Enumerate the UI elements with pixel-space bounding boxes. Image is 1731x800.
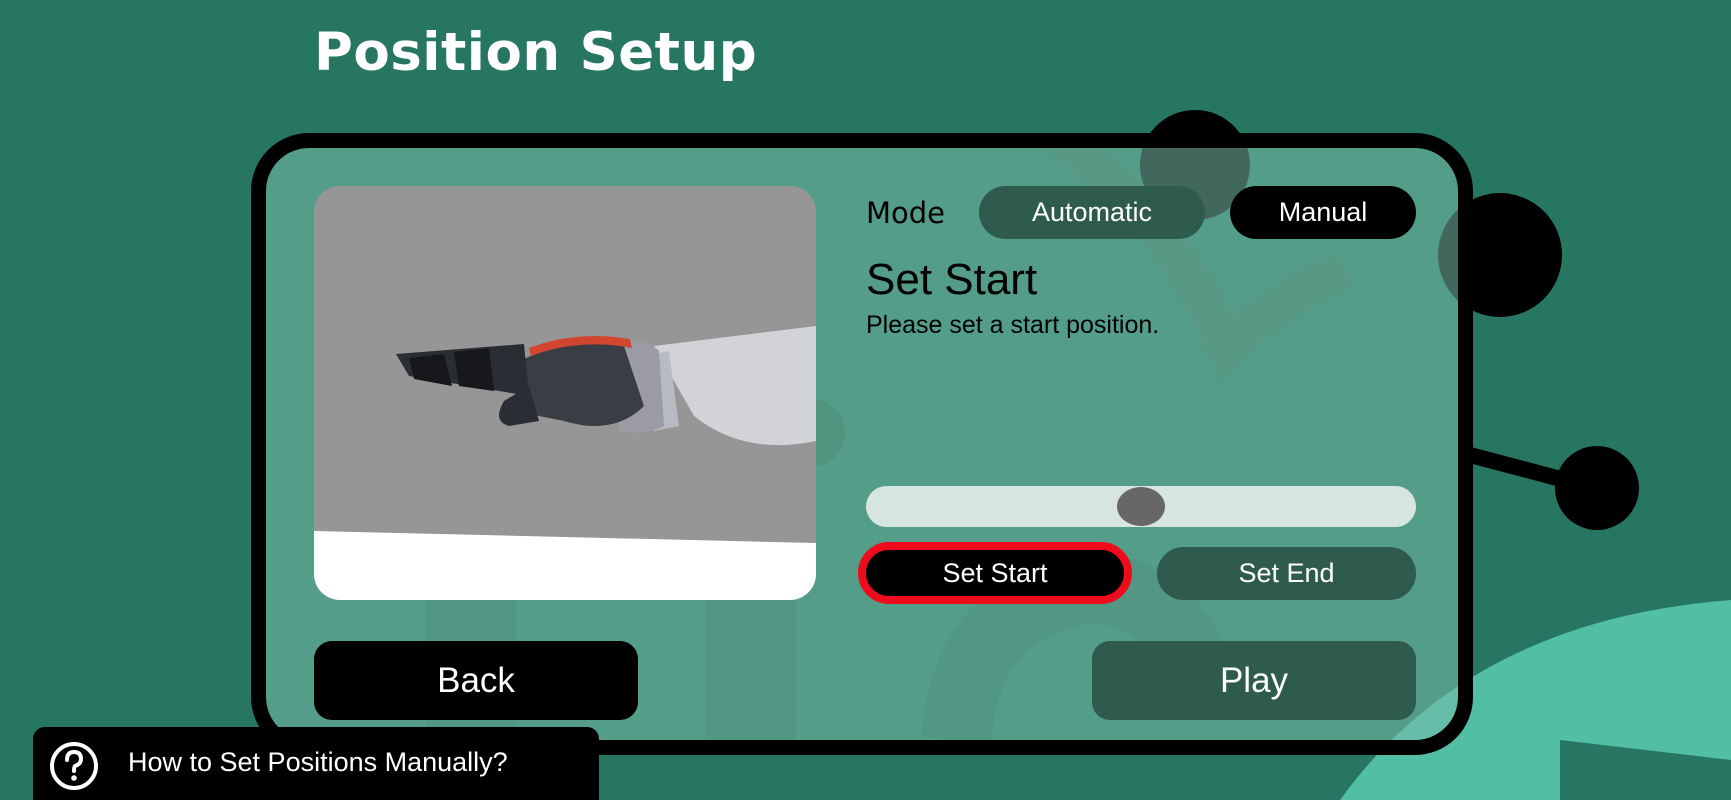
help-manual-positions-button[interactable]: How to Set Positions Manually? [33, 727, 599, 800]
mode-label: Mode [866, 196, 946, 230]
hand-preview-viewport[interactable] [314, 186, 816, 600]
help-text: How to Set Positions Manually? [128, 747, 508, 777]
mode-manual-button[interactable]: Manual [1230, 186, 1416, 239]
back-button[interactable]: Back [314, 641, 638, 720]
robotic-hand-model [314, 186, 816, 600]
step-title: Set Start [866, 255, 1038, 304]
play-button[interactable]: Play [1092, 641, 1416, 720]
set-start-button[interactable]: Set Start [858, 542, 1132, 604]
page-title: Position Setup [314, 22, 758, 83]
question-circle-icon [50, 742, 98, 790]
position-slider[interactable] [866, 486, 1416, 527]
set-end-button[interactable]: Set End [1157, 547, 1416, 600]
step-description: Please set a start position. [866, 311, 1160, 339]
slider-thumb[interactable] [1117, 487, 1165, 526]
mode-automatic-button[interactable]: Automatic [979, 186, 1205, 239]
